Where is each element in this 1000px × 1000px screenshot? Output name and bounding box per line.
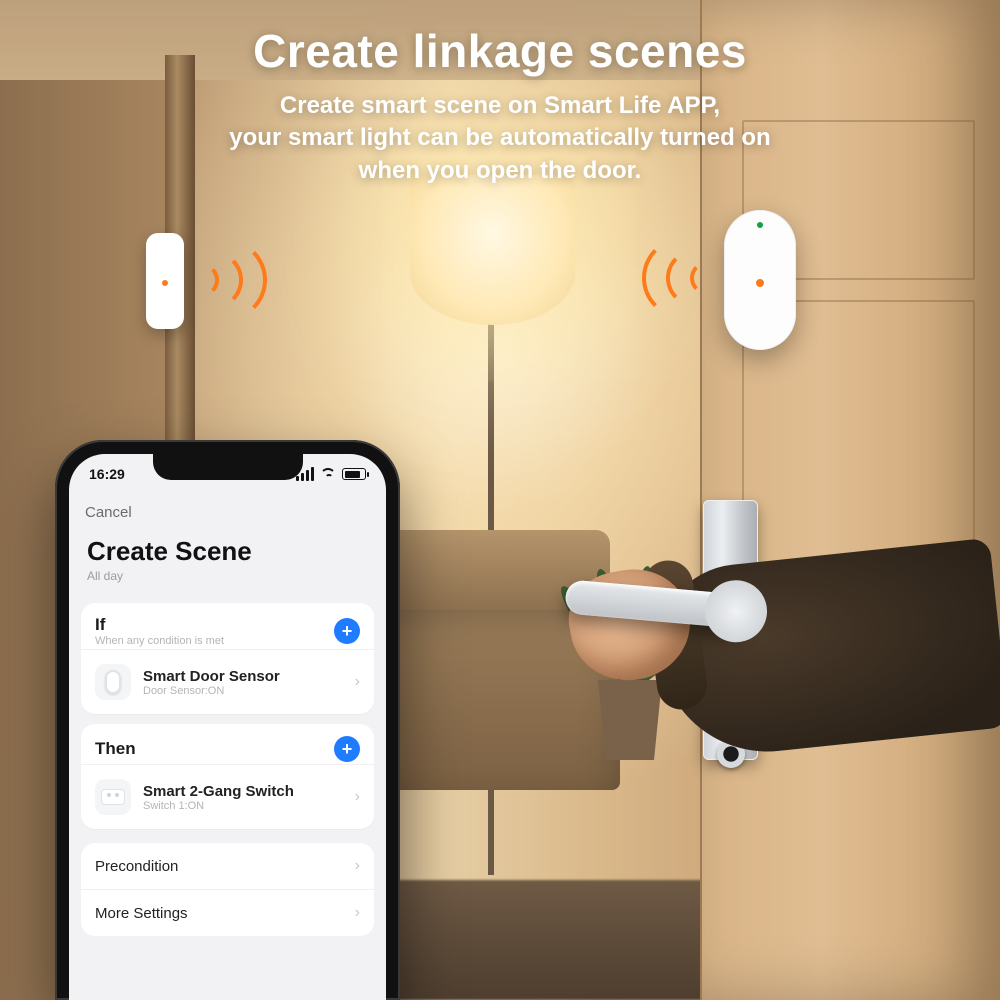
chevron-right-icon: › [355, 788, 360, 806]
if-card: If When any condition is met + Smart Doo… [81, 603, 374, 714]
action-device-state: Switch 1:ON [143, 800, 343, 812]
then-card: Then + Smart 2-Gang Switch Switch 1:ON › [81, 724, 374, 829]
marketing-title: Create linkage scenes [40, 24, 960, 78]
chevron-right-icon: › [355, 673, 360, 691]
condition-row[interactable]: Smart Door Sensor Door Sensor:ON › [81, 649, 374, 714]
promo-scene: Create linkage scenes Create smart scene… [0, 0, 1000, 1000]
add-condition-button[interactable]: + [334, 618, 360, 644]
action-row[interactable]: Smart 2-Gang Switch Switch 1:ON › [81, 764, 374, 829]
action-device-name: Smart 2-Gang Switch [143, 783, 343, 800]
more-settings-row[interactable]: More Settings › [81, 889, 374, 936]
status-time: 16:29 [89, 466, 125, 482]
precondition-row[interactable]: Precondition › [81, 843, 374, 889]
more-settings-label: More Settings [95, 905, 188, 922]
page-title: Create Scene [87, 536, 368, 567]
phone-frame: 16:29 Cancel Create Scene All day If [55, 440, 400, 1000]
add-action-button[interactable]: + [334, 736, 360, 762]
switch-icon [95, 779, 131, 815]
floor-lamp-icon [410, 175, 575, 325]
wifi-icon [320, 468, 336, 480]
if-title: If [95, 615, 224, 635]
phone-screen: 16:29 Cancel Create Scene All day If [69, 454, 386, 1000]
marketing-headline: Create linkage scenes Create smart scene… [0, 24, 1000, 187]
phone-notch [153, 454, 303, 480]
door-sensor-magnet-icon [146, 233, 184, 329]
chevron-right-icon: › [355, 857, 360, 875]
nav-bar: Cancel [69, 494, 386, 530]
page-subtitle: All day [87, 569, 368, 583]
condition-device-name: Smart Door Sensor [143, 668, 343, 685]
plus-icon: + [342, 621, 353, 642]
battery-icon [342, 468, 366, 480]
plus-icon: + [342, 739, 353, 760]
cancel-button[interactable]: Cancel [85, 504, 132, 521]
condition-device-state: Door Sensor:ON [143, 685, 343, 697]
page-header: Create Scene All day [69, 530, 386, 593]
then-title: Then [95, 739, 136, 759]
if-hint: When any condition is met [95, 635, 224, 647]
door-sensor-main-icon [724, 210, 796, 350]
settings-list: Precondition › More Settings › [81, 843, 374, 936]
marketing-subtitle: Create smart scene on Smart Life APP, yo… [40, 90, 960, 187]
precondition-label: Precondition [95, 858, 178, 875]
chevron-right-icon: › [355, 904, 360, 922]
door-sensor-icon [95, 664, 131, 700]
